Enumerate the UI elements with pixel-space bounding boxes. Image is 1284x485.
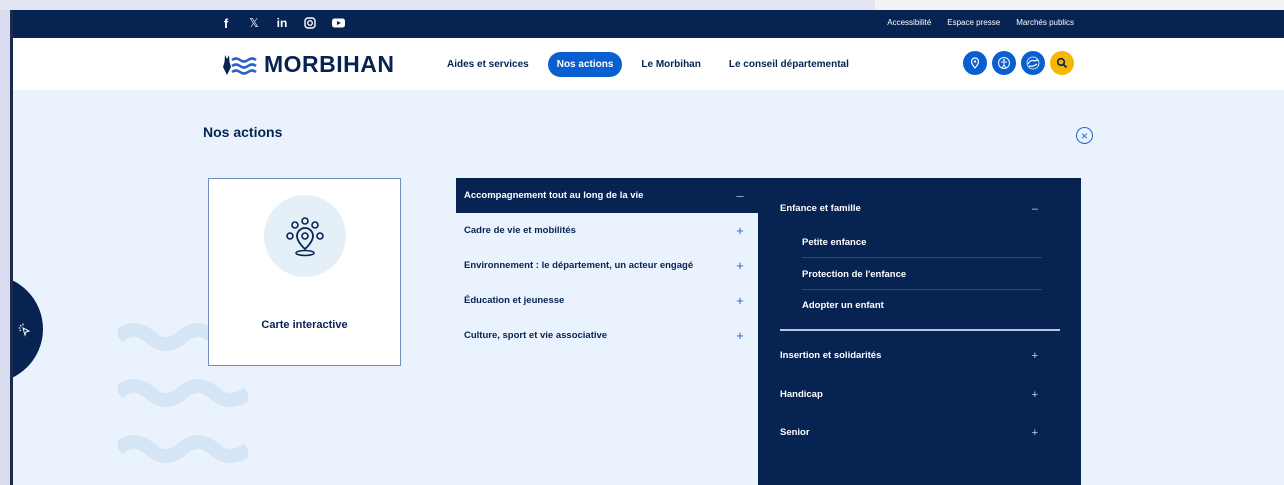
menu-item-culture[interactable]: Culture, sport et vie associative +: [456, 318, 758, 353]
submenu-group-handicap[interactable]: Handicap +: [780, 389, 1038, 401]
menu-item-label: Culture, sport et vie associative: [464, 330, 608, 341]
sign-language-icon[interactable]: [1021, 51, 1045, 75]
map-pin-icon[interactable]: [963, 51, 987, 75]
social-links: f 𝕏 in: [218, 15, 346, 31]
submenu-group-insertion[interactable]: Insertion et solidarités +: [780, 350, 1038, 362]
expand-icon: +: [736, 328, 744, 343]
divider: [780, 329, 1060, 331]
public-markets-link[interactable]: Marchés publics: [1016, 18, 1074, 27]
press-link[interactable]: Espace presse: [947, 18, 1000, 27]
page-background: [0, 0, 875, 10]
card-label: Carte interactive: [261, 319, 348, 331]
youtube-icon[interactable]: [330, 15, 346, 31]
decorative-wave: [118, 435, 248, 463]
submenu-link-protection-enfance[interactable]: Protection de l'enfance: [802, 269, 906, 280]
accessibility-link[interactable]: Accessibilité: [887, 18, 931, 27]
nav-aides-et-services[interactable]: Aides et services: [438, 52, 538, 77]
menu-item-label: Cadre de vie et mobilités: [464, 225, 576, 236]
divider: [802, 257, 1042, 258]
main-nav: Aides et services Nos actions Le Morbiha…: [438, 52, 858, 77]
site-header: MORBIHAN Aides et services Nos actions L…: [13, 38, 1284, 90]
accessibility-icon[interactable]: [992, 51, 1016, 75]
expand-icon: +: [736, 223, 744, 238]
ermine-waves-icon: [223, 54, 257, 75]
submenu-group-enfance-famille[interactable]: Enfance et famille –: [780, 203, 1038, 215]
decorative-wave: [118, 379, 248, 407]
submenu-panel: Enfance et famille – Petite enfance Prot…: [758, 178, 1081, 485]
card-icon-circle: [264, 195, 346, 277]
linkedin-icon[interactable]: in: [274, 15, 290, 31]
search-icon[interactable]: [1050, 51, 1074, 75]
instagram-icon[interactable]: [302, 15, 318, 31]
expand-icon: +: [1031, 350, 1038, 362]
nav-nos-actions[interactable]: Nos actions: [547, 52, 623, 77]
submenu-link-petite-enfance[interactable]: Petite enfance: [802, 237, 866, 248]
browser-viewport: f 𝕏 in Accessibilité Espace presse March…: [10, 10, 1284, 485]
menu-item-label: Accompagnement tout au long de la vie: [464, 190, 644, 201]
menu-item-accompagnement[interactable]: Accompagnement tout au long de la vie –: [456, 178, 758, 213]
page-background: [875, 0, 1284, 10]
header-tools: [963, 51, 1074, 75]
menu-item-label: Environnement : le département, un acteu…: [464, 260, 694, 271]
submenu-group-label: Enfance et famille: [780, 203, 861, 214]
nav-conseil-departemental[interactable]: Le conseil départemental: [720, 52, 858, 77]
logo-text: MORBIHAN: [264, 51, 395, 77]
cursor-click-icon[interactable]: [17, 322, 33, 338]
interactive-map-card[interactable]: Carte interactive: [208, 178, 401, 366]
utility-links: Accessibilité Espace presse Marchés publ…: [887, 18, 1074, 27]
submenu-group-label: Insertion et solidarités: [780, 350, 882, 361]
actions-menu: Accompagnement tout au long de la vie – …: [456, 178, 758, 353]
facebook-icon[interactable]: f: [218, 15, 234, 31]
menu-item-label: Éducation et jeunesse: [464, 295, 565, 306]
menu-item-cadre-de-vie[interactable]: Cadre de vie et mobilités +: [456, 213, 758, 248]
top-bar: f 𝕏 in Accessibilité Espace presse March…: [13, 10, 1284, 38]
expand-icon: +: [736, 293, 744, 308]
x-icon[interactable]: 𝕏: [246, 15, 262, 31]
menu-item-education[interactable]: Éducation et jeunesse +: [456, 283, 758, 318]
site-logo[interactable]: MORBIHAN: [218, 51, 395, 78]
expand-icon: +: [1031, 427, 1038, 439]
nav-le-morbihan[interactable]: Le Morbihan: [632, 52, 709, 77]
close-icon[interactable]: ×: [1076, 127, 1093, 144]
panel-title: Nos actions: [203, 124, 283, 140]
expand-icon: +: [736, 258, 744, 273]
menu-item-environnement[interactable]: Environnement : le département, un acteu…: [456, 248, 758, 283]
collapse-icon: –: [1031, 203, 1038, 215]
submenu-link-adopter-enfant[interactable]: Adopter un enfant: [802, 300, 884, 311]
submenu-group-senior[interactable]: Senior +: [780, 427, 1038, 439]
collapse-icon: –: [736, 188, 744, 203]
divider: [802, 289, 1042, 290]
expand-icon: +: [1031, 389, 1038, 401]
map-pin-people-icon: [286, 217, 324, 257]
submenu-group-label: Senior: [780, 427, 810, 438]
submenu-group-label: Handicap: [780, 389, 823, 400]
